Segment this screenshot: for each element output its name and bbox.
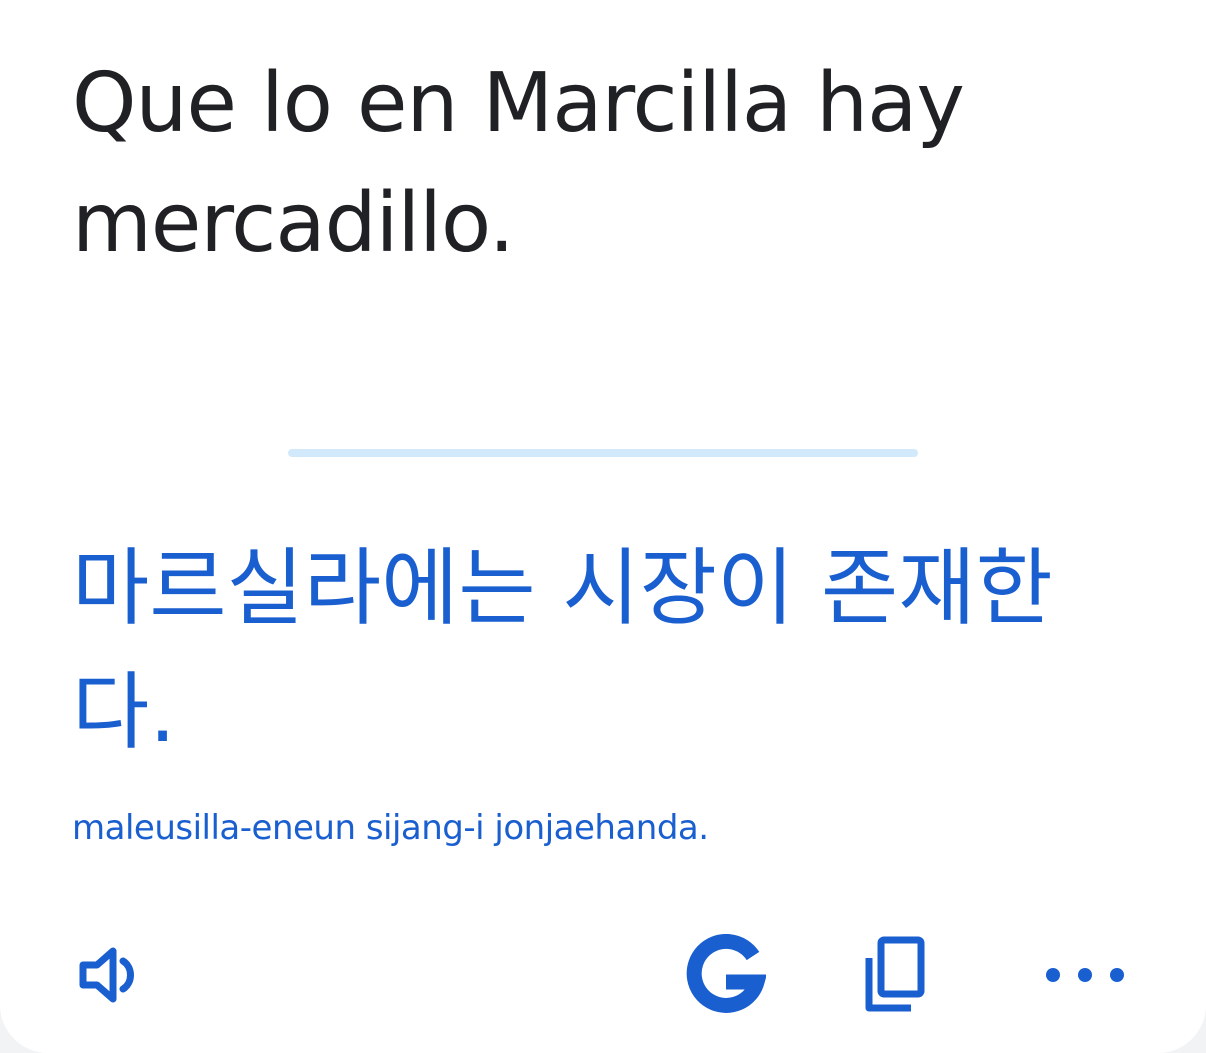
- translation-text: 마르실라에는 시장이 존재한다.: [72, 539, 1053, 761]
- action-bar: [0, 920, 1206, 1030]
- more-horizontal-icon: [1037, 960, 1133, 990]
- listen-button[interactable]: [58, 920, 168, 1030]
- speaker-icon: [77, 939, 149, 1011]
- more-options-button[interactable]: [1030, 920, 1140, 1030]
- copy-icon: [859, 934, 931, 1016]
- google-search-button[interactable]: [670, 920, 780, 1030]
- romanization-text: maleusilla-eneun sijang-i jonjaehanda.: [72, 808, 709, 848]
- divider: [288, 449, 918, 457]
- source-text: Que lo en Marcilla hay mercadillo.: [72, 56, 965, 271]
- translation-card: Que lo en Marcilla hay mercadillo. 마르실라에…: [0, 0, 1206, 1053]
- google-g-icon: [684, 934, 766, 1016]
- copy-button[interactable]: [840, 920, 950, 1030]
